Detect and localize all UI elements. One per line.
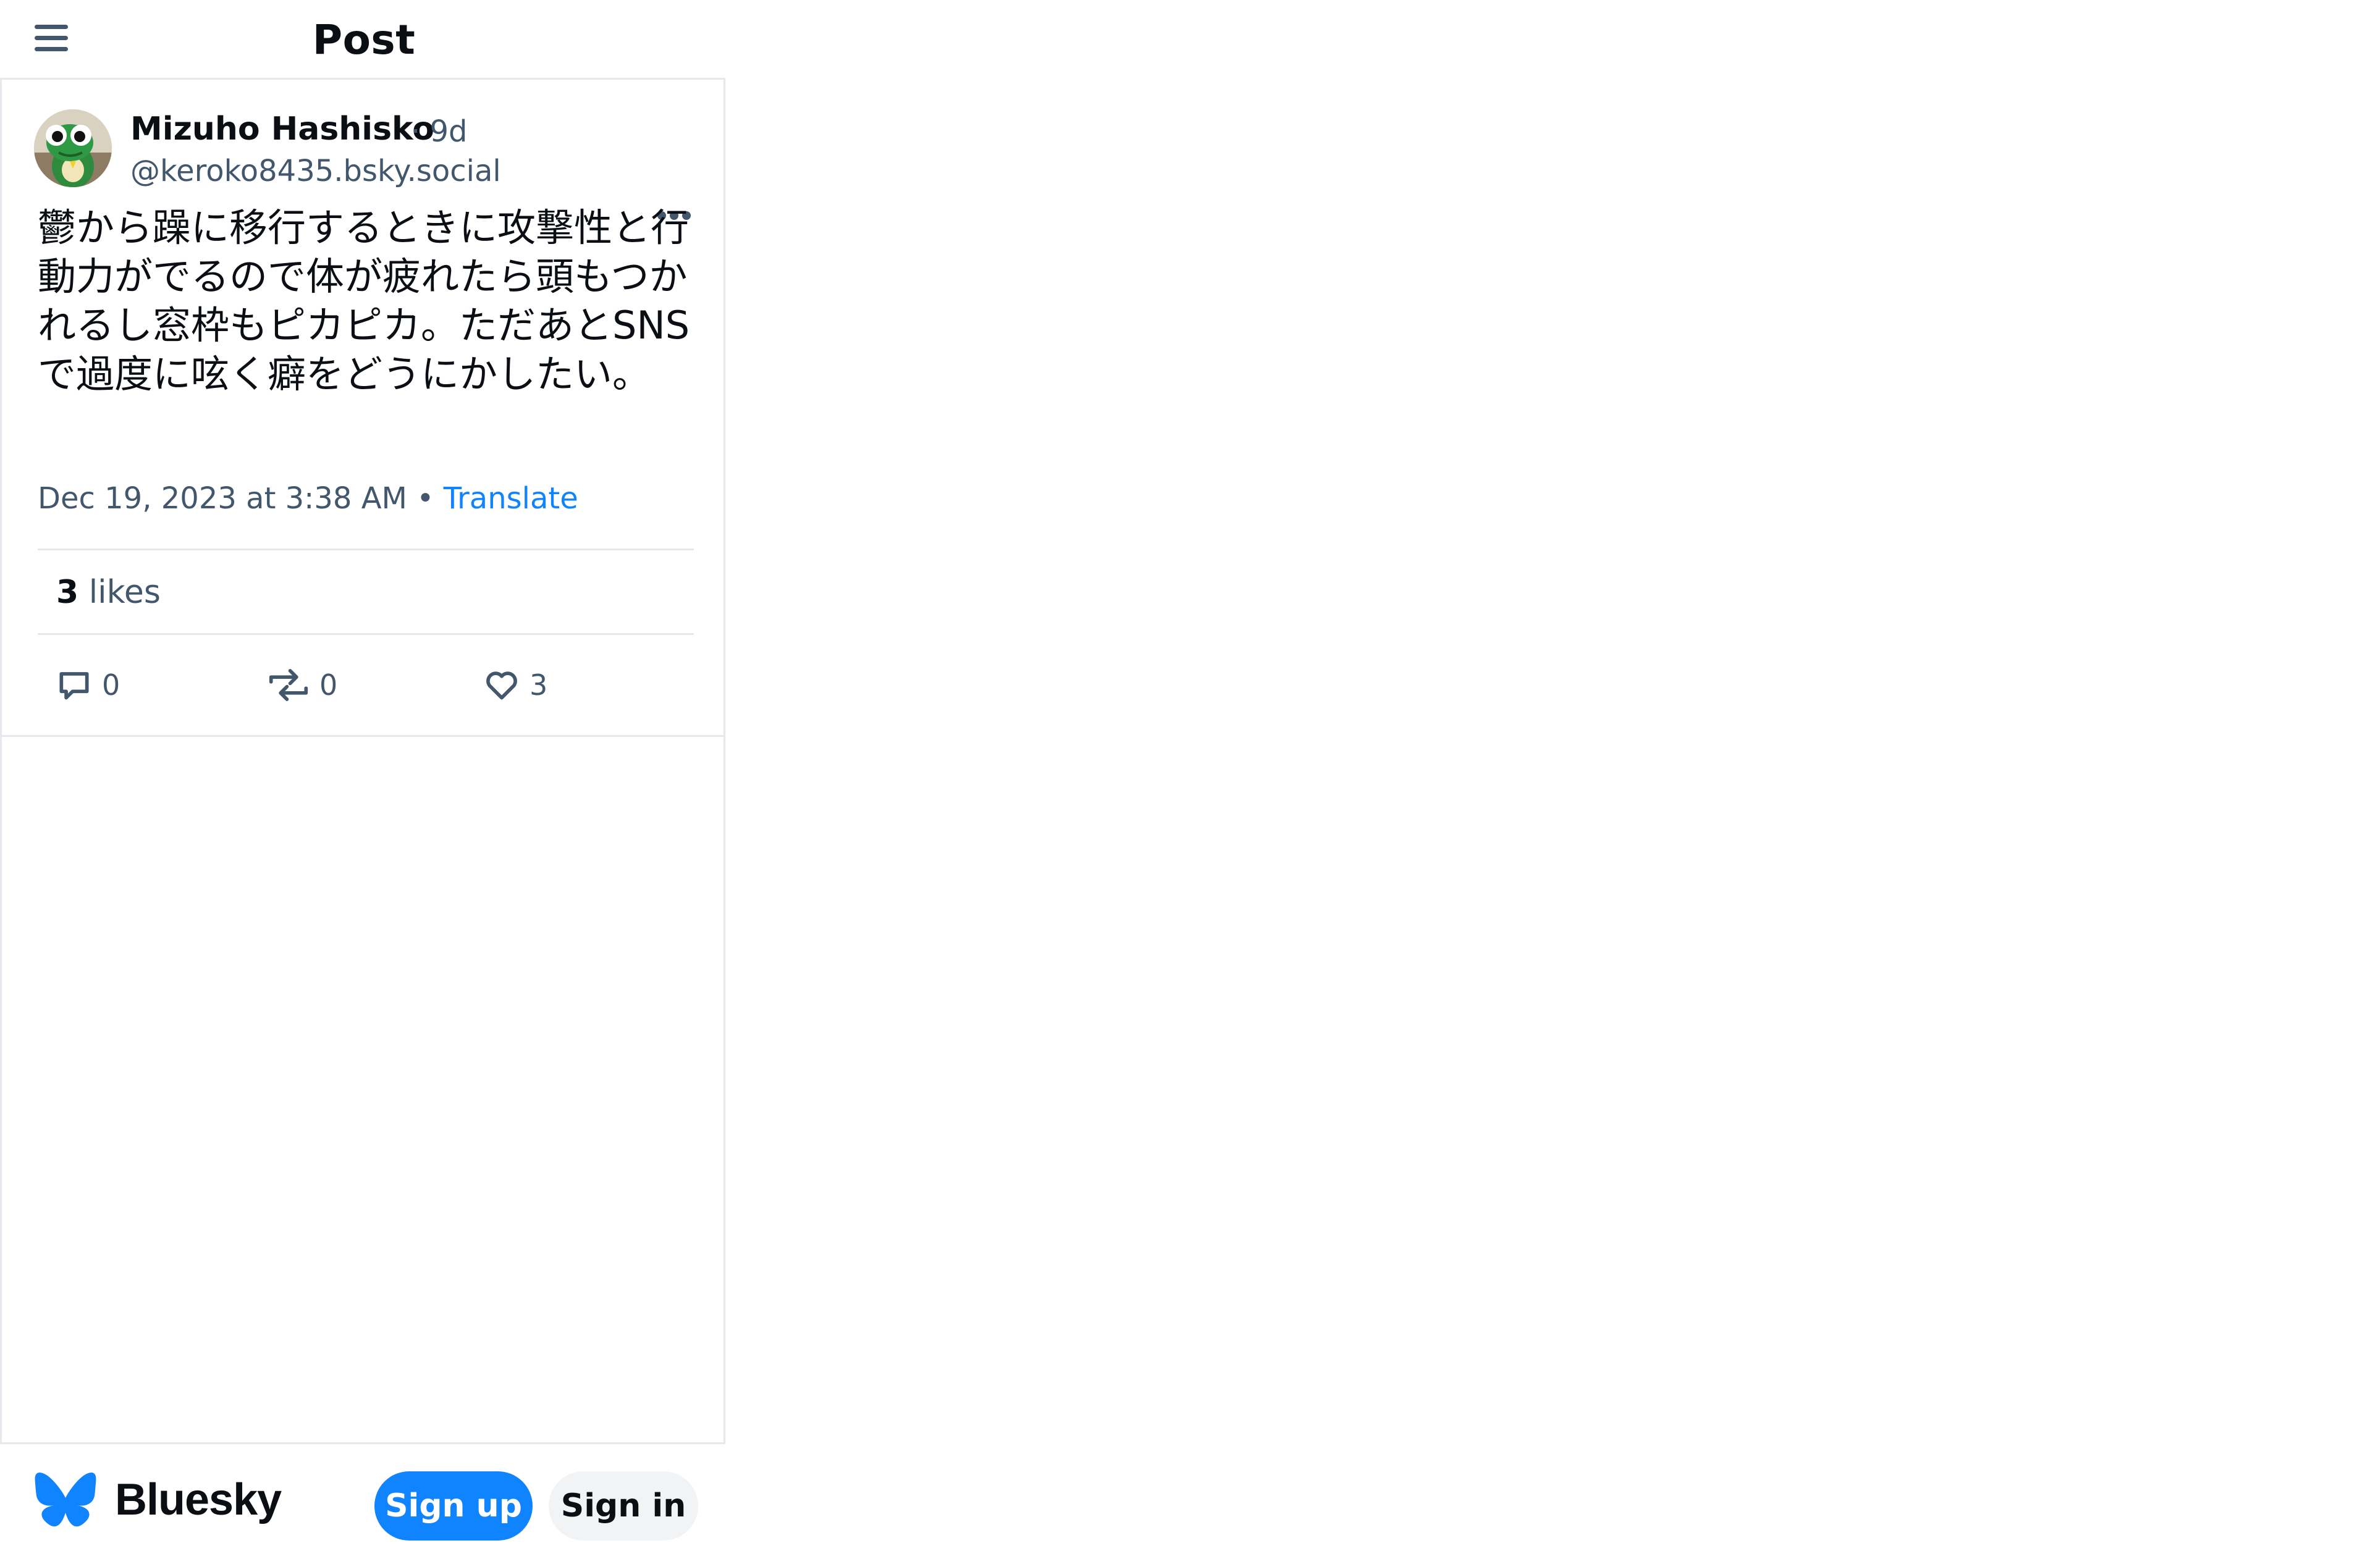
main-column: Mizuho Hashisko · 9d @keroko8435.bsky.so… — [0, 78, 725, 1444]
bluesky-logo[interactable]: Bluesky — [35, 1473, 282, 1527]
reply-icon — [59, 672, 89, 700]
separator-dot: • — [416, 481, 434, 516]
post-timestamp: Dec 19, 2023 at 3:38 AM — [38, 481, 407, 516]
likes-label: likes — [88, 574, 161, 611]
post-actions: 0 0 3 — [2, 660, 724, 710]
repost-icon — [269, 669, 308, 701]
reply-button[interactable]: 0 — [55, 660, 120, 710]
heart-icon — [486, 671, 517, 700]
post-card: Mizuho Hashisko · 9d @keroko8435.bsky.so… — [2, 80, 724, 737]
author-handle[interactable]: @keroko8435.bsky.social — [130, 154, 501, 188]
divider — [38, 633, 694, 635]
repost-button[interactable]: 0 — [266, 660, 337, 710]
sign-in-button[interactable]: Sign in — [549, 1471, 698, 1541]
frog-avatar-image — [34, 109, 112, 187]
post-text: 鬱から躁に移行するときに攻撃性と行動力がでるので体が疲れたら頭もつかれるし窓枠も… — [38, 205, 690, 397]
reply-count: 0 — [102, 668, 120, 702]
likes-summary[interactable]: 3 likes — [56, 574, 161, 611]
translate-link[interactable]: Translate — [444, 481, 578, 516]
sign-up-button[interactable]: Sign up — [374, 1471, 533, 1541]
signup-footer: Bluesky Sign up Sign in — [0, 1444, 728, 1564]
post-age: · 9d — [411, 114, 468, 149]
like-button[interactable]: 3 — [483, 660, 547, 710]
divider — [38, 549, 694, 550]
app-root: Post Mizuho Hashisko · 9d @keroko8435.bs… — [0, 0, 728, 1564]
butterfly-icon — [35, 1473, 96, 1527]
avatar[interactable] — [34, 109, 112, 187]
likes-count: 3 — [56, 574, 79, 611]
repost-count: 0 — [319, 668, 338, 702]
brand-name: Bluesky — [115, 1475, 282, 1524]
like-count: 3 — [530, 668, 548, 702]
top-header: Post — [0, 0, 728, 78]
page-title: Post — [312, 16, 416, 64]
timestamp-row: Dec 19, 2023 at 3:38 AM • Translate — [38, 481, 578, 516]
author-name[interactable]: Mizuho Hashisko — [130, 111, 434, 148]
